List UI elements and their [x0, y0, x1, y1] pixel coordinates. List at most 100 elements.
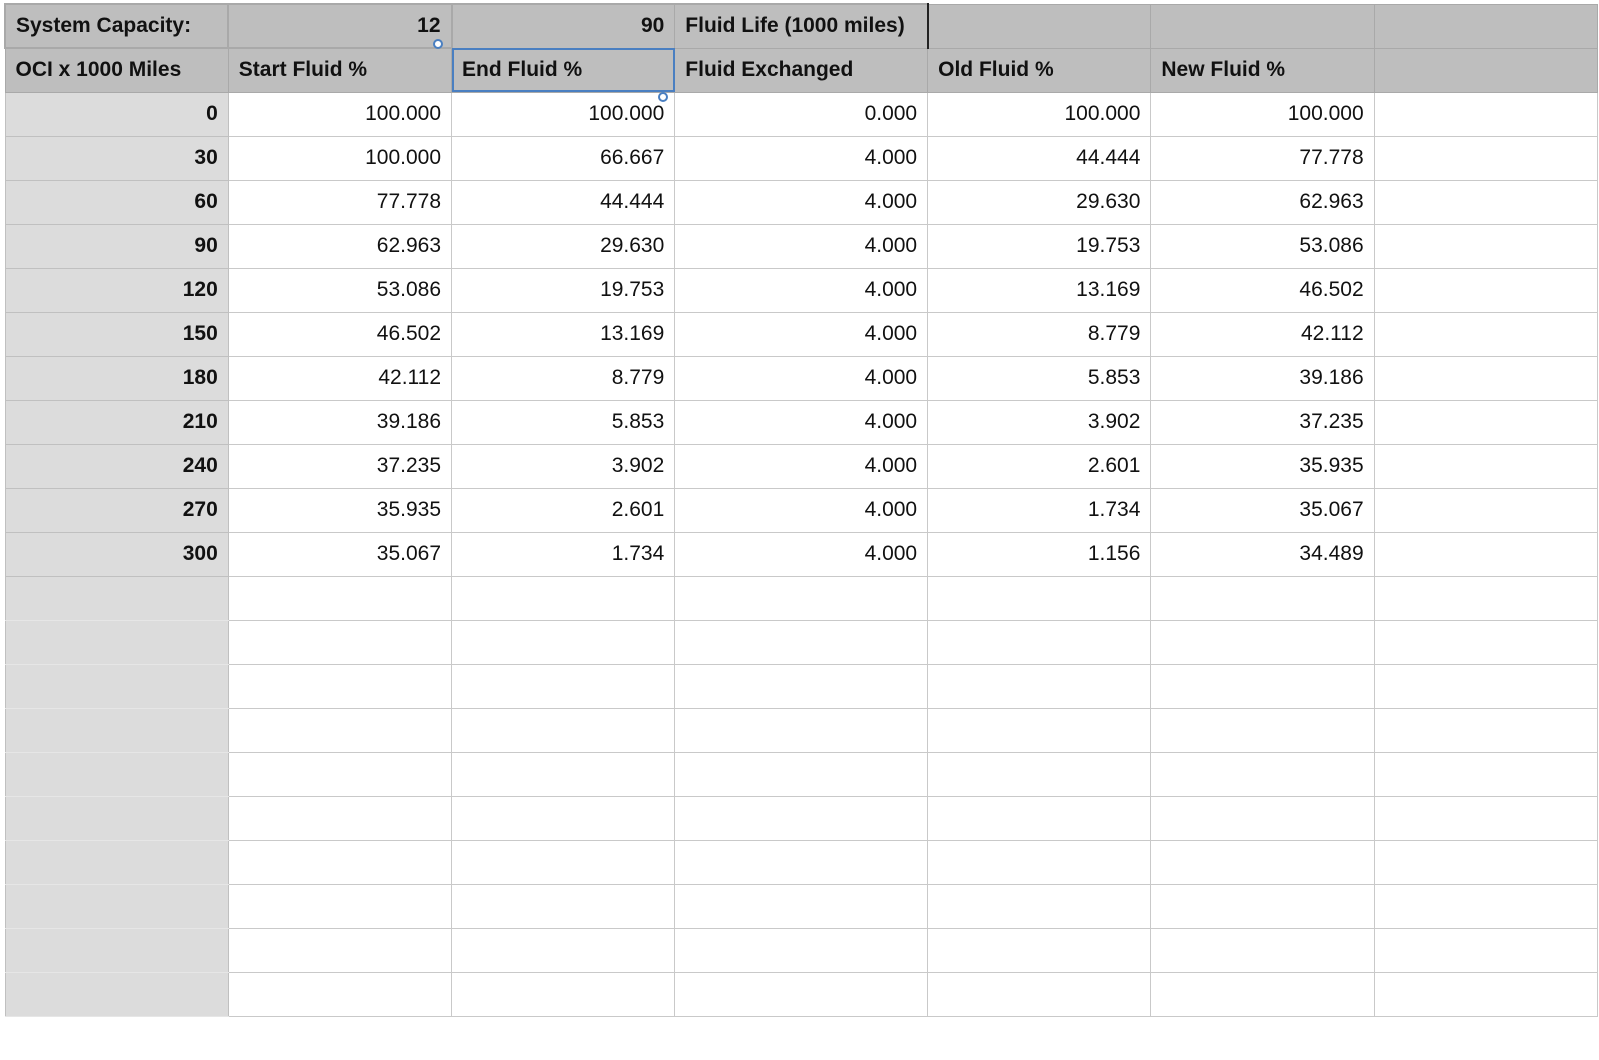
- row-header-empty[interactable]: [4, 839, 229, 885]
- empty-cell[interactable]: [1373, 839, 1599, 885]
- data-cell[interactable]: 3.902: [451, 443, 676, 489]
- empty-cell[interactable]: [227, 663, 453, 709]
- empty-cell[interactable]: [451, 971, 676, 1017]
- data-cell[interactable]: 100.000: [227, 91, 453, 137]
- data-cell[interactable]: 34.489: [1150, 531, 1375, 577]
- data-cell[interactable]: 4.000: [674, 267, 929, 313]
- data-cell[interactable]: 4.000: [674, 223, 929, 269]
- empty-cell[interactable]: [227, 927, 453, 973]
- data-cell[interactable]: 29.630: [451, 223, 676, 269]
- row-header-empty[interactable]: [4, 795, 229, 841]
- empty-cell[interactable]: [227, 619, 453, 665]
- empty-cell[interactable]: [927, 619, 1152, 665]
- data-cell[interactable]: 1.734: [451, 531, 676, 577]
- empty-cell[interactable]: [1373, 883, 1599, 929]
- top-row-empty-cell[interactable]: [1150, 3, 1375, 49]
- row-header-empty[interactable]: [4, 663, 229, 709]
- top-row-empty-cell[interactable]: [927, 3, 1152, 49]
- empty-cell[interactable]: [451, 707, 676, 753]
- empty-cell[interactable]: [1150, 839, 1375, 885]
- empty-cell[interactable]: [227, 575, 453, 621]
- data-cell[interactable]: 2.601: [927, 443, 1152, 489]
- empty-cell[interactable]: [1150, 751, 1375, 797]
- data-cell[interactable]: 62.963: [227, 223, 453, 269]
- data-cell[interactable]: 46.502: [1150, 267, 1375, 313]
- data-cell[interactable]: 66.667: [451, 135, 676, 181]
- empty-cell[interactable]: [1150, 707, 1375, 753]
- data-cell[interactable]: 19.753: [451, 267, 676, 313]
- row-header-miles[interactable]: 180: [4, 355, 229, 401]
- row-header-empty[interactable]: [4, 927, 229, 973]
- row-header-empty[interactable]: [4, 619, 229, 665]
- top-row-empty-cell[interactable]: [1373, 3, 1599, 49]
- data-cell[interactable]: 8.779: [927, 311, 1152, 357]
- data-cell[interactable]: 77.778: [227, 179, 453, 225]
- data-cell[interactable]: [1373, 399, 1599, 445]
- data-cell[interactable]: 53.086: [227, 267, 453, 313]
- empty-cell[interactable]: [674, 575, 929, 621]
- row-header-miles[interactable]: 300: [4, 531, 229, 577]
- empty-cell[interactable]: [451, 883, 676, 929]
- data-cell[interactable]: [1373, 223, 1599, 269]
- selection-handle-top-left[interactable]: [433, 39, 443, 49]
- column-header-6[interactable]: [1373, 47, 1599, 93]
- data-cell[interactable]: 39.186: [227, 399, 453, 445]
- empty-cell[interactable]: [927, 971, 1152, 1017]
- data-cell[interactable]: 62.963: [1150, 179, 1375, 225]
- data-cell[interactable]: 2.601: [451, 487, 676, 533]
- data-cell[interactable]: 35.067: [1150, 487, 1375, 533]
- empty-cell[interactable]: [1373, 575, 1599, 621]
- empty-cell[interactable]: [451, 751, 676, 797]
- column-header-0[interactable]: OCI x 1000 Miles: [4, 47, 229, 93]
- row-header-miles[interactable]: 240: [4, 443, 229, 489]
- column-header-1[interactable]: Start Fluid %: [227, 47, 453, 93]
- empty-cell[interactable]: [451, 619, 676, 665]
- empty-cell[interactable]: [1150, 971, 1375, 1017]
- row-header-miles[interactable]: 150: [4, 311, 229, 357]
- data-cell[interactable]: 4.000: [674, 487, 929, 533]
- row-header-miles[interactable]: 0: [4, 91, 229, 137]
- empty-cell[interactable]: [451, 663, 676, 709]
- data-cell[interactable]: 77.778: [1150, 135, 1375, 181]
- data-cell[interactable]: 4.000: [674, 311, 929, 357]
- empty-cell[interactable]: [927, 883, 1152, 929]
- column-header-2[interactable]: End Fluid %: [451, 47, 676, 93]
- empty-cell[interactable]: [1150, 927, 1375, 973]
- empty-cell[interactable]: [674, 971, 929, 1017]
- data-cell[interactable]: 46.502: [227, 311, 453, 357]
- empty-cell[interactable]: [1373, 795, 1599, 841]
- data-cell[interactable]: [1373, 179, 1599, 225]
- row-header-empty[interactable]: [4, 707, 229, 753]
- data-cell[interactable]: 42.112: [1150, 311, 1375, 357]
- fluid-life-label[interactable]: Fluid Life (1000 miles): [674, 3, 929, 49]
- data-cell[interactable]: 44.444: [451, 179, 676, 225]
- data-cell[interactable]: 4.000: [674, 179, 929, 225]
- data-cell[interactable]: 5.853: [927, 355, 1152, 401]
- column-header-4[interactable]: Old Fluid %: [927, 47, 1152, 93]
- empty-cell[interactable]: [227, 883, 453, 929]
- data-cell[interactable]: 19.753: [927, 223, 1152, 269]
- empty-cell[interactable]: [227, 707, 453, 753]
- data-cell[interactable]: 5.853: [451, 399, 676, 445]
- empty-cell[interactable]: [1150, 619, 1375, 665]
- data-cell[interactable]: 100.000: [1150, 91, 1375, 137]
- data-cell[interactable]: 4.000: [674, 531, 929, 577]
- empty-cell[interactable]: [927, 707, 1152, 753]
- column-header-5[interactable]: New Fluid %: [1150, 47, 1375, 93]
- empty-cell[interactable]: [1150, 663, 1375, 709]
- data-cell[interactable]: 3.902: [927, 399, 1152, 445]
- data-cell[interactable]: 1.156: [927, 531, 1152, 577]
- row-header-empty[interactable]: [4, 751, 229, 797]
- empty-cell[interactable]: [451, 927, 676, 973]
- data-cell[interactable]: 4.000: [674, 443, 929, 489]
- system-capacity-value[interactable]: 12: [227, 3, 453, 49]
- data-cell[interactable]: [1373, 443, 1599, 489]
- empty-cell[interactable]: [927, 927, 1152, 973]
- empty-cell[interactable]: [451, 575, 676, 621]
- empty-cell[interactable]: [927, 663, 1152, 709]
- data-cell[interactable]: [1373, 311, 1599, 357]
- row-header-miles[interactable]: 90: [4, 223, 229, 269]
- data-cell[interactable]: 8.779: [451, 355, 676, 401]
- empty-cell[interactable]: [674, 619, 929, 665]
- empty-cell[interactable]: [927, 795, 1152, 841]
